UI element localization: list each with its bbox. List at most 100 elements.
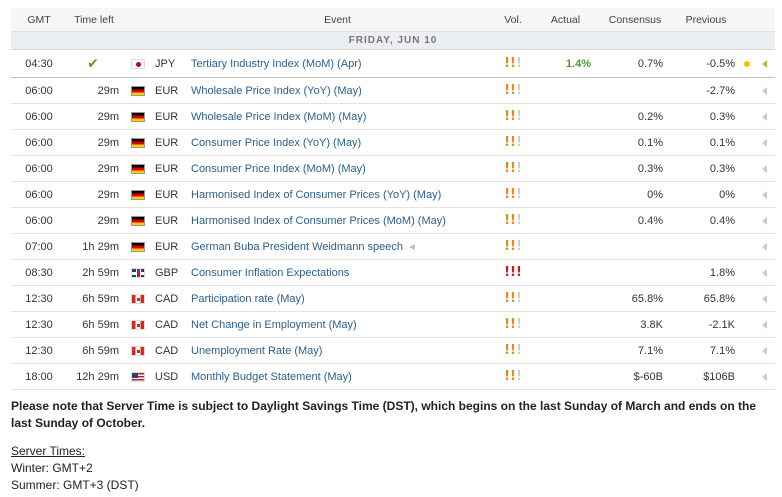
event-name-link[interactable]: Participation rate (May) — [191, 293, 305, 305]
expand-arrow-icon[interactable] — [761, 164, 767, 173]
event-name-cell[interactable]: Consumer Price Index (YoY) (May) — [181, 137, 494, 149]
event-time-left: 6h 59m — [82, 292, 119, 305]
event-name-link[interactable]: Monthly Budget Statement (May) — [191, 371, 352, 383]
event-name-cell[interactable]: Unemployment Rate (May) — [181, 345, 494, 357]
event-name-link[interactable]: Tertiary Industry Index (MoM) (Apr) — [191, 58, 362, 70]
event-row[interactable]: 07:00 1h 29m EUR German Buba President Weid… — [11, 234, 775, 260]
expand-arrow-cell[interactable] — [753, 59, 775, 68]
event-row[interactable]: 04:30 ✔ JPY Tertiary Industry Index (MoM) (… — [11, 50, 775, 78]
event-name-cell[interactable]: Monthly Budget Statement (May) — [181, 371, 494, 383]
expand-arrow-cell[interactable] — [753, 86, 775, 95]
header-event[interactable]: Event — [181, 14, 494, 26]
event-name-cell[interactable]: Participation rate (May) — [181, 293, 494, 305]
event-row[interactable]: 18:00 12h 29m USD Monthly Budget Statement … — [11, 364, 775, 390]
event-previous: -0.5% — [706, 57, 735, 70]
event-name-link[interactable]: Unemployment Rate (May) — [191, 345, 322, 357]
event-row[interactable]: 06:00 29m EUR Wholesale Price Index (MoM) (… — [11, 104, 775, 130]
event-list: 04:30 ✔ JPY Tertiary Industry Index (MoM) (… — [11, 50, 775, 390]
event-name-cell[interactable]: Consumer Price Index (MoM) (May) — [181, 163, 494, 175]
status-cell — [741, 60, 753, 67]
expand-arrow-cell[interactable] — [753, 190, 775, 199]
expand-arrow-cell[interactable] — [753, 242, 775, 251]
event-row[interactable]: 12:30 6h 59m CAD Participation rate (May)!!… — [11, 286, 775, 312]
event-name-cell[interactable]: Harmonised Index of Consumer Prices (MoM… — [181, 215, 494, 227]
event-row[interactable]: 06:00 29m EUR Wholesale Price Index (YoY) (… — [11, 78, 775, 104]
header-time-left[interactable]: Time left — [67, 14, 121, 26]
event-name-cell[interactable]: Net Change in Employment (May) — [181, 319, 494, 331]
calendar-header: GMT Time left Event Vol. Actual Consensu… — [11, 8, 775, 32]
dst-note: Please note that Server Time is subject … — [11, 399, 757, 430]
event-name-cell[interactable]: Wholesale Price Index (MoM) (May) — [181, 111, 494, 123]
event-time-left: 1h 29m — [82, 240, 119, 253]
event-name-cell[interactable]: Wholesale Price Index (YoY) (May) — [181, 85, 494, 97]
expand-arrow-icon[interactable] — [761, 138, 767, 147]
volatility-exclamation-icon: ! — [515, 161, 522, 176]
event-name-link[interactable]: German Buba President Weidmann speech — [191, 241, 403, 253]
status-dot-icon — [744, 60, 750, 67]
header-previous[interactable]: Previous — [671, 14, 741, 26]
expand-arrow-cell[interactable] — [753, 294, 775, 303]
event-previous: 0.3% — [709, 162, 735, 175]
event-time-left: 29m — [97, 110, 119, 123]
volatility-indicator: !!! — [494, 266, 532, 279]
flag-cell — [121, 85, 155, 96]
event-row[interactable]: 06:00 29m EUR Consumer Price Index (YoY) (M… — [11, 130, 775, 156]
expand-arrow-icon[interactable] — [761, 86, 767, 95]
expand-arrow-icon[interactable] — [761, 372, 767, 381]
header-gmt[interactable]: GMT — [11, 14, 67, 26]
flag-de-icon — [131, 111, 145, 122]
header-actual[interactable]: Actual — [532, 14, 599, 26]
event-name-link[interactable]: Net Change in Employment (May) — [191, 319, 357, 331]
event-currency: GBP — [155, 266, 179, 279]
expand-arrow-cell[interactable] — [753, 164, 775, 173]
expand-arrow-cell[interactable] — [753, 320, 775, 329]
expand-arrow-cell[interactable] — [753, 372, 775, 381]
header-consensus[interactable]: Consensus — [599, 14, 671, 26]
server-time-summer: Summer: GMT+3 (DST) — [11, 478, 139, 492]
event-row[interactable]: 12:30 6h 59m CAD Net Change in Employment (… — [11, 312, 775, 338]
event-previous: 0.3% — [709, 110, 735, 123]
event-name-link[interactable]: Wholesale Price Index (MoM) (May) — [191, 111, 366, 123]
volatility-indicator: !!! — [494, 370, 532, 383]
event-currency: USD — [155, 370, 179, 383]
event-name-link[interactable]: Wholesale Price Index (YoY) (May) — [191, 85, 362, 97]
event-row[interactable]: 06:00 29m EUR Harmonised Index of Consumer … — [11, 182, 775, 208]
expand-arrow-cell[interactable] — [753, 216, 775, 225]
event-name-cell[interactable]: Consumer Inflation Expectations — [181, 267, 494, 279]
event-row[interactable]: 08:30 2h 59m GBP Consumer Inflation Expecta… — [11, 260, 775, 286]
flag-cell — [121, 293, 155, 304]
flag-cell — [121, 267, 155, 278]
event-name-link[interactable]: Harmonised Index of Consumer Prices (MoM… — [191, 215, 446, 227]
expand-arrow-cell[interactable] — [753, 346, 775, 355]
expand-arrow-cell[interactable] — [753, 138, 775, 147]
event-name-cell[interactable]: German Buba President Weidmann speech ◄ — [181, 241, 494, 253]
event-row[interactable]: 06:00 29m EUR Harmonised Index of Consumer … — [11, 208, 775, 234]
expand-arrow-icon[interactable] — [761, 268, 767, 277]
event-name-link[interactable]: Consumer Price Index (YoY) (May) — [191, 137, 361, 149]
event-consensus: $-60B — [633, 370, 663, 383]
expand-arrow-icon[interactable] — [761, 242, 767, 251]
expand-arrow-icon[interactable] — [761, 59, 767, 68]
expand-arrow-cell[interactable] — [753, 112, 775, 121]
volatility-exclamation-icon: ! — [515, 187, 522, 202]
event-consensus: 0% — [647, 188, 663, 201]
event-name-link[interactable]: Consumer Inflation Expectations — [191, 267, 349, 279]
event-row[interactable]: 06:00 29m EUR Consumer Price Index (MoM) (M… — [11, 156, 775, 182]
event-name-cell[interactable]: Harmonised Index of Consumer Prices (YoY… — [181, 189, 494, 201]
event-name-link[interactable]: Consumer Price Index (MoM) (May) — [191, 163, 366, 175]
flag-de-icon — [131, 215, 145, 226]
header-vol[interactable]: Vol. — [494, 14, 532, 26]
expand-arrow-icon[interactable] — [761, 190, 767, 199]
expand-arrow-icon[interactable] — [761, 112, 767, 121]
expand-arrow-cell[interactable] — [753, 268, 775, 277]
event-name-cell[interactable]: Tertiary Industry Index (MoM) (Apr) — [181, 58, 494, 70]
expand-arrow-icon[interactable] — [761, 216, 767, 225]
event-name-link[interactable]: Harmonised Index of Consumer Prices (YoY… — [191, 189, 441, 201]
expand-arrow-icon[interactable] — [761, 346, 767, 355]
expand-arrow-icon[interactable] — [761, 294, 767, 303]
expand-arrow-icon[interactable] — [761, 320, 767, 329]
flag-ca-icon — [131, 345, 145, 356]
event-row[interactable]: 12:30 6h 59m CAD Unemployment Rate (May)!!!… — [11, 338, 775, 364]
volatility-indicator: !!! — [494, 318, 532, 331]
event-previous: 0.1% — [709, 136, 735, 149]
